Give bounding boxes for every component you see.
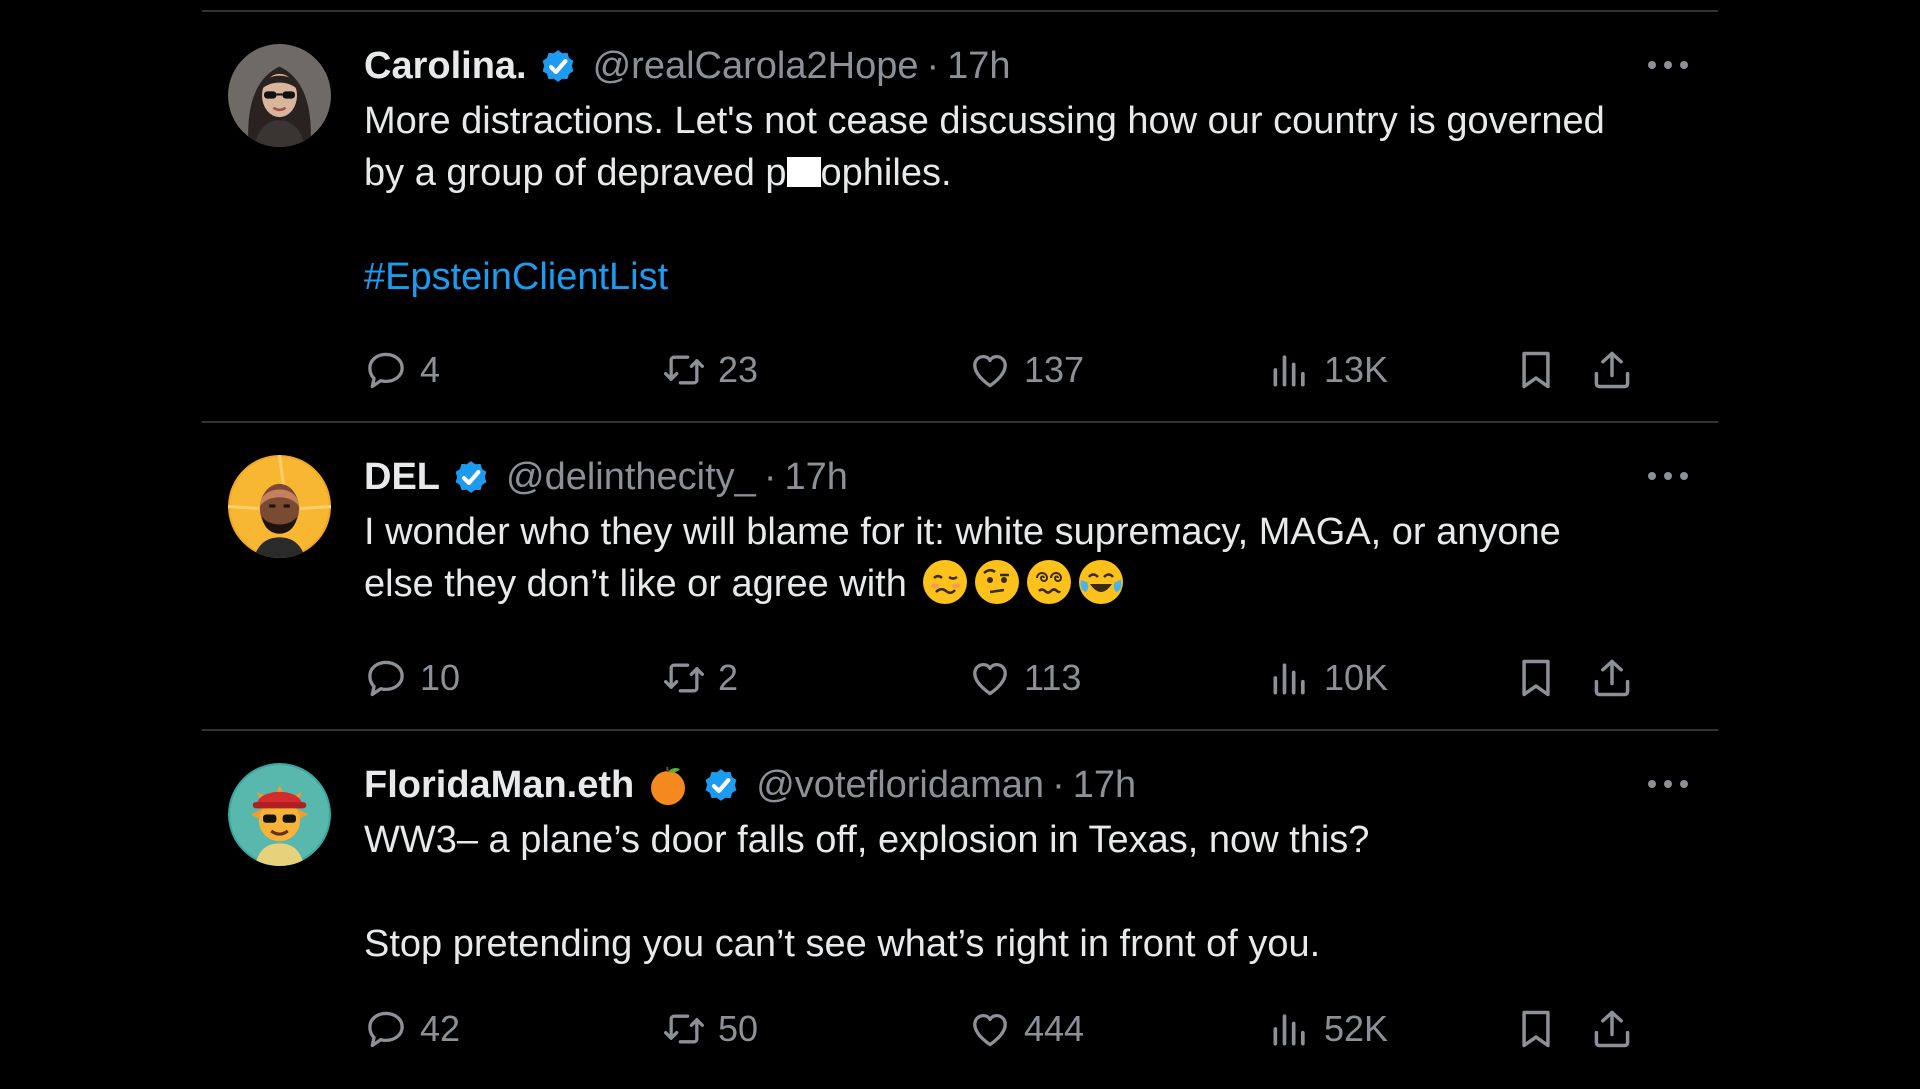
retweet-count: 23 xyxy=(718,349,759,390)
bookmark-icon xyxy=(1514,348,1558,392)
tweet-text-line: Stop pretending you can’t see what’s rig… xyxy=(364,923,1321,965)
retweet-count: 2 xyxy=(718,657,739,698)
share-icon xyxy=(1590,348,1634,392)
timeline-feed: Carolina. @realCarola2Hope · 17h More di… xyxy=(202,10,1718,1089)
reply-icon xyxy=(364,656,408,700)
avatar-cartoon-sun-red-cap-icon[interactable] xyxy=(228,763,331,866)
share-button[interactable] xyxy=(1590,1004,1634,1054)
retweet-count: 50 xyxy=(718,1008,759,1049)
verified-badge-icon xyxy=(700,764,742,806)
user-handle[interactable]: @realCarola2Hope xyxy=(593,45,919,88)
tears-of-joy-emoji-icon xyxy=(1077,558,1125,606)
view-count: 13K xyxy=(1324,349,1389,390)
retweet-button[interactable]: 50 xyxy=(662,1004,758,1054)
share-icon xyxy=(1590,656,1634,700)
reply-count: 42 xyxy=(420,1008,461,1049)
tweet-text: More distractions. Let's not cease discu… xyxy=(364,95,1688,303)
like-button[interactable]: 113 xyxy=(968,653,1081,703)
like-count: 444 xyxy=(1024,1008,1085,1049)
retweet-button[interactable]: 23 xyxy=(662,345,758,395)
tweet-text: I wonder who they will blame for it: whi… xyxy=(364,506,1688,610)
heart-icon xyxy=(968,348,1012,392)
avatar-man-orange-background-icon[interactable] xyxy=(228,455,331,558)
like-count: 113 xyxy=(1024,657,1082,698)
verified-badge-icon xyxy=(450,456,492,498)
orange-emoji-icon xyxy=(646,763,690,807)
bookmark-button[interactable] xyxy=(1514,653,1558,703)
views-button[interactable]: 13K xyxy=(1268,345,1388,395)
avatar-woman-sunglasses-icon[interactable] xyxy=(228,44,331,147)
tweet-actions: 10 2 113 10K xyxy=(364,653,1688,703)
reply-count: 10 xyxy=(420,657,461,698)
verified-badge-icon xyxy=(537,45,579,87)
more-options-icon[interactable] xyxy=(1648,772,1688,796)
bookmark-icon xyxy=(1514,656,1558,700)
share-icon xyxy=(1590,1007,1634,1051)
views-chart-icon xyxy=(1268,656,1312,700)
share-button[interactable] xyxy=(1590,345,1634,395)
heart-icon xyxy=(968,656,1012,700)
separator-dot: · xyxy=(926,44,940,87)
tweet-text-fragment: ophiles. xyxy=(820,152,952,194)
reply-button[interactable]: 42 xyxy=(364,1004,460,1054)
view-count: 10K xyxy=(1324,657,1389,698)
reply-icon xyxy=(364,1007,408,1051)
tweet-text-line: else they don’t like or agree with xyxy=(364,558,1688,610)
redaction-block xyxy=(786,157,821,187)
timestamp[interactable]: 17h xyxy=(784,456,847,499)
like-button[interactable]: 444 xyxy=(968,1004,1084,1054)
reply-button[interactable]: 10 xyxy=(364,653,460,703)
woozy-face-emoji-icon xyxy=(921,558,969,606)
display-name[interactable]: DEL xyxy=(364,456,440,499)
tweet[interactable]: Carolina. @realCarola2Hope · 17h More di… xyxy=(202,10,1718,421)
retweet-icon xyxy=(662,1007,706,1051)
retweet-icon xyxy=(662,348,706,392)
views-chart-icon xyxy=(1268,348,1312,392)
tweet[interactable]: DEL @delinthecity_ · 17h I wonder who th… xyxy=(202,421,1718,729)
retweet-button[interactable]: 2 xyxy=(662,653,738,703)
separator-dot: · xyxy=(1052,763,1065,806)
timestamp[interactable]: 17h xyxy=(1073,764,1136,807)
tweet-text-fragment: by a group of depraved p xyxy=(364,152,787,194)
tweet-text-line: by a group of depraved p ophiles. xyxy=(364,147,1688,199)
raised-eyebrow-face-emoji-icon xyxy=(973,558,1021,606)
bookmark-button[interactable] xyxy=(1514,1004,1558,1054)
share-button[interactable] xyxy=(1590,653,1634,703)
hashtag-link[interactable]: #EpsteinClientList xyxy=(364,256,668,298)
reply-icon xyxy=(364,348,408,392)
bookmark-icon xyxy=(1514,1007,1558,1051)
bookmark-button[interactable] xyxy=(1514,345,1558,395)
dizzy-face-emoji-icon xyxy=(1025,558,1073,606)
views-chart-icon xyxy=(1268,1007,1312,1051)
more-options-icon[interactable] xyxy=(1648,53,1688,77)
tweet-text: WW3– a plane’s door falls off, explosion… xyxy=(364,814,1688,970)
tweet-actions: 4 23 137 13K xyxy=(364,345,1688,395)
more-options-icon[interactable] xyxy=(1648,464,1688,488)
display-name[interactable]: Carolina. xyxy=(364,45,527,88)
retweet-icon xyxy=(662,656,706,700)
tweet-actions: 42 50 444 52K xyxy=(364,1004,1688,1054)
tweet-text-fragment: else they don’t like or agree with xyxy=(364,563,907,605)
like-button[interactable]: 137 xyxy=(968,345,1084,395)
tweet-text-line: I wonder who they will blame for it: whi… xyxy=(364,511,1561,553)
separator-dot: · xyxy=(763,455,777,498)
tweet-header: FloridaMan.eth @votefloridaman · 17h xyxy=(364,756,1688,814)
tweet[interactable]: FloridaMan.eth @votefloridaman · 17h WW3… xyxy=(202,729,1718,1089)
reply-count: 4 xyxy=(420,349,441,390)
view-count: 52K xyxy=(1324,1008,1389,1049)
display-name[interactable]: FloridaMan.eth xyxy=(364,764,634,807)
user-handle[interactable]: @votefloridaman xyxy=(756,764,1044,807)
reply-button[interactable]: 4 xyxy=(364,345,440,395)
views-button[interactable]: 10K xyxy=(1268,653,1388,703)
timestamp[interactable]: 17h xyxy=(947,45,1010,88)
tweet-text-line: More distractions. Let's not cease discu… xyxy=(364,100,1605,142)
user-handle[interactable]: @delinthecity_ xyxy=(506,456,756,499)
tweet-header: Carolina. @realCarola2Hope · 17h xyxy=(364,37,1688,95)
views-button[interactable]: 52K xyxy=(1268,1004,1388,1054)
like-count: 137 xyxy=(1024,349,1085,390)
heart-icon xyxy=(968,1007,1012,1051)
tweet-header: DEL @delinthecity_ · 17h xyxy=(364,448,1688,506)
tweet-text-line: WW3– a plane’s door falls off, explosion… xyxy=(364,819,1370,861)
